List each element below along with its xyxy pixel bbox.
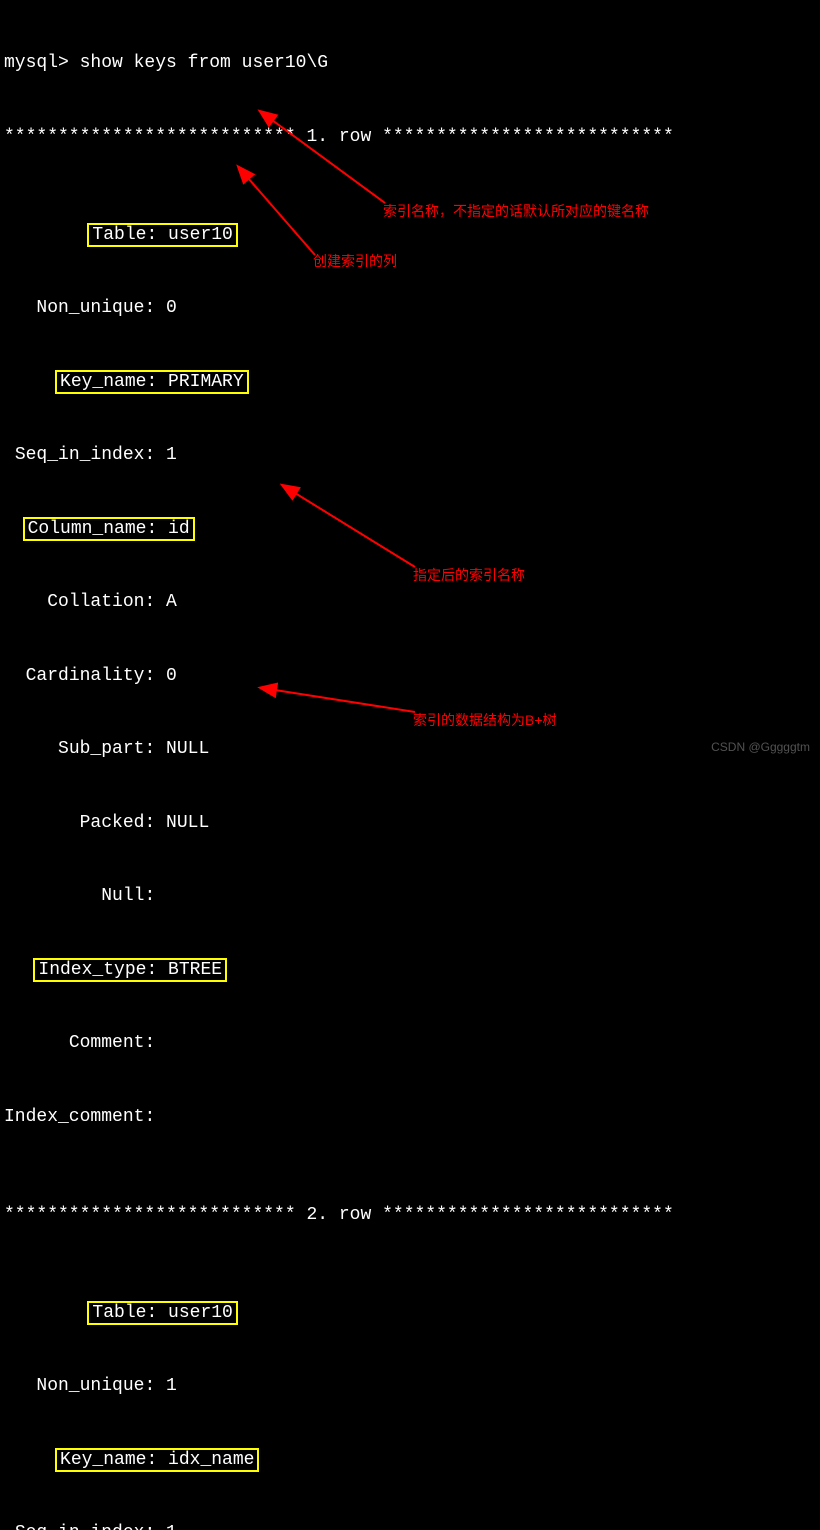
field-column-name: Column_name: id [4, 517, 674, 542]
field-table-2: Table: user10 [4, 1301, 674, 1326]
watermark: CSDN @Gggggtm [711, 735, 810, 760]
field-cardinality: Cardinality: 0 [4, 664, 674, 689]
field-sub-part: Sub_part: NULL [4, 737, 674, 762]
command-text: show keys from user10\G [80, 53, 328, 73]
field-non-unique: Non_unique: 0 [4, 296, 674, 321]
field-seq-in-index-2: Seq_in_index: 1 [4, 1521, 674, 1530]
annotation-btree: 索引的数据结构为B+树 [413, 708, 557, 733]
terminal-output: mysql> show keys from user10\G *********… [0, 0, 678, 1530]
row-separator-1: *************************** 1. row *****… [4, 125, 674, 150]
row-separator-2: *************************** 2. row *****… [4, 1203, 674, 1228]
highlight-table-2: Table: user10 [87, 1301, 237, 1325]
highlight-table-1: Table: user10 [87, 223, 237, 247]
field-packed: Packed: NULL [4, 811, 674, 836]
field-key-name-2: Key_name: idx_name [4, 1448, 674, 1473]
highlight-colname-1: Column_name: id [23, 517, 195, 541]
field-comment: Comment: [4, 1031, 674, 1056]
highlight-indextype-1: Index_type: BTREE [33, 958, 227, 982]
field-table: Table: user10 [4, 223, 674, 248]
annotation-keyname: 索引名称，不指定的话默认所对应的键名称 [383, 199, 649, 224]
field-non-unique-2: Non_unique: 1 [4, 1374, 674, 1399]
annotation-column: 创建索引的列 [313, 249, 397, 274]
annotation-idxname: 指定后的索引名称 [413, 563, 525, 588]
field-null: Null: [4, 884, 674, 909]
field-index-comment: Index_comment: [4, 1105, 674, 1130]
command-line: mysql> show keys from user10\G [4, 51, 674, 76]
field-collation: Collation: A [4, 590, 674, 615]
field-seq-in-index: Seq_in_index: 1 [4, 443, 674, 468]
highlight-keyname-2: Key_name: idx_name [55, 1448, 259, 1472]
prompt: mysql> [4, 53, 80, 73]
highlight-keyname-1: Key_name: PRIMARY [55, 370, 249, 394]
field-index-type: Index_type: BTREE [4, 958, 674, 983]
field-key-name: Key_name: PRIMARY [4, 370, 674, 395]
